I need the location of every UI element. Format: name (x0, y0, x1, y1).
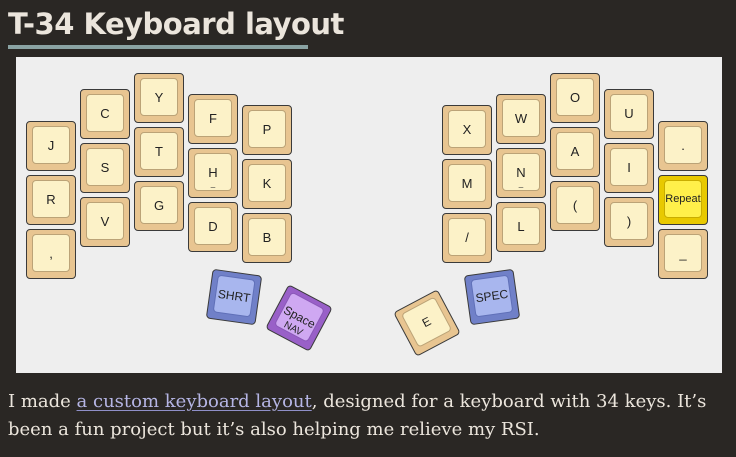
key-f: F (188, 94, 238, 144)
key-period: . (658, 121, 708, 171)
key-shrt: SHRT (205, 268, 263, 326)
title-underline (8, 45, 308, 49)
page-title: T-34 Keyboard layout (8, 7, 344, 41)
key-slash: / (442, 213, 492, 263)
key-v: V (80, 197, 130, 247)
paragraph-text-before: I made (8, 391, 77, 412)
key-x: X (442, 105, 492, 155)
key-b: B (242, 213, 292, 263)
key-a: A (550, 127, 600, 177)
key-g: G (134, 181, 184, 231)
key-repeat: Repeat (658, 175, 708, 225)
key-left-paren: ( (550, 181, 600, 231)
key-o: O (550, 73, 600, 123)
key-k: K (242, 159, 292, 209)
key-n: N _ (496, 148, 546, 198)
keyboard-layout-diagram: J R , C S V Y T G F H _ D P K B X M / W N… (16, 57, 722, 373)
key-underscore: _ (658, 229, 708, 279)
key-t: T (134, 127, 184, 177)
key-h: H _ (188, 148, 238, 198)
key-l: L (496, 202, 546, 252)
key-u: U (604, 89, 654, 139)
key-right-paren: ) (604, 197, 654, 247)
key-j: J (26, 121, 76, 171)
key-r: R (26, 175, 76, 225)
key-w: W (496, 94, 546, 144)
key-i: I (604, 143, 654, 193)
key-comma: , (26, 229, 76, 279)
key-c: C (80, 89, 130, 139)
key-d: D (188, 202, 238, 252)
custom-layout-link[interactable]: a custom keyboard layout (77, 391, 312, 412)
key-m: M (442, 159, 492, 209)
intro-paragraph: I made a custom keyboard layout, designe… (8, 388, 730, 444)
key-p: P (242, 105, 292, 155)
key-s: S (80, 143, 130, 193)
key-y: Y (134, 73, 184, 123)
key-space: Space NAV (265, 284, 333, 352)
key-e: E (393, 289, 461, 357)
key-spec: SPEC (463, 268, 521, 326)
